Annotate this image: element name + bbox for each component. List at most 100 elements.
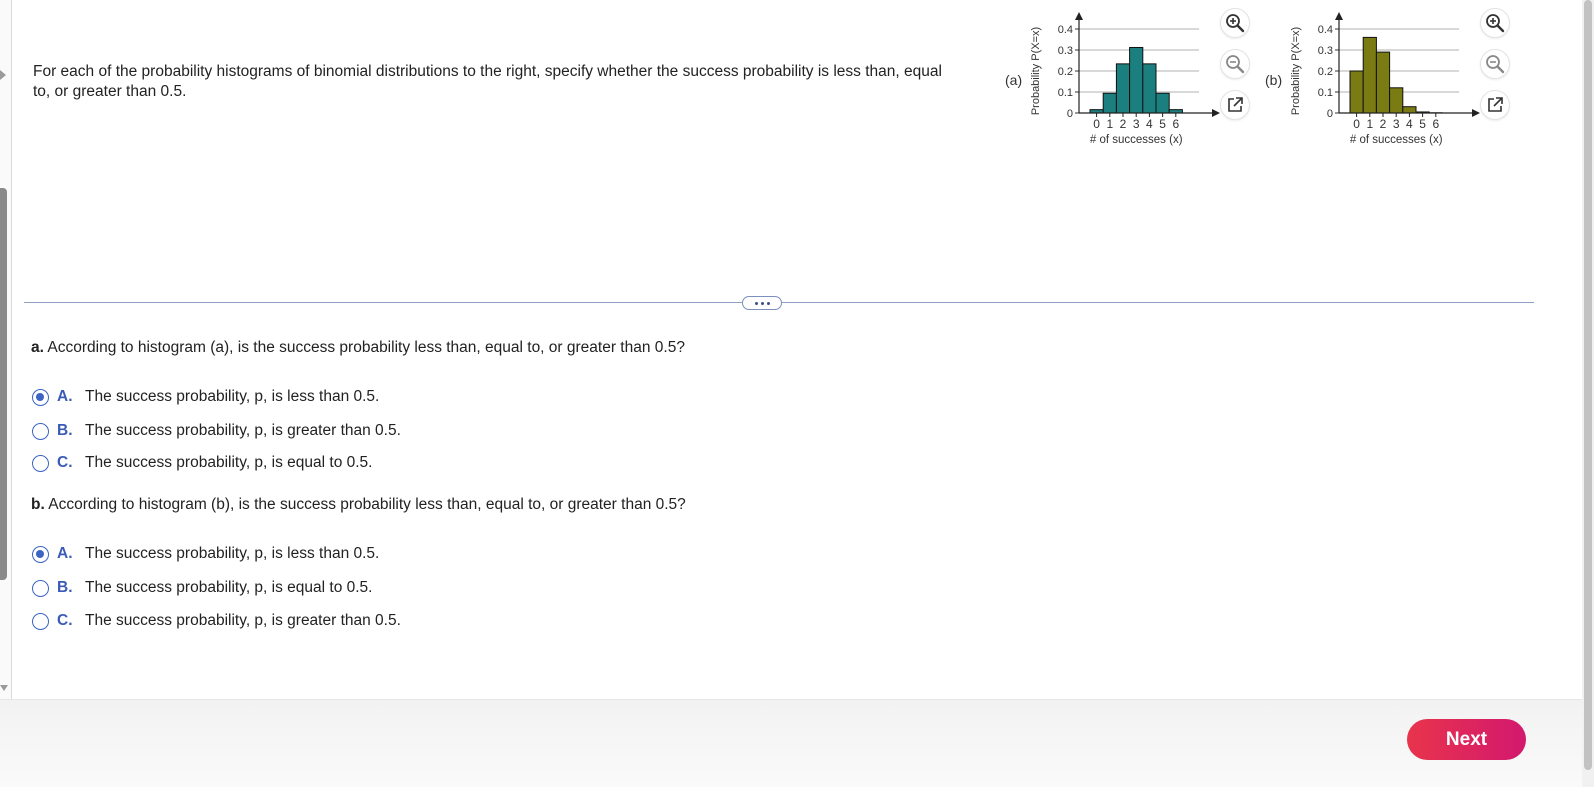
radio-a-A[interactable] xyxy=(32,388,49,406)
histogram-bar xyxy=(1362,36,1377,114)
page-scrollbar[interactable] xyxy=(1582,0,1594,787)
x-tick-label: 0 xyxy=(1353,117,1360,131)
x-axis-label: # of successes (x) xyxy=(1350,134,1443,146)
collapse-arrow-icon[interactable] xyxy=(0,70,6,80)
radio-a-C[interactable] xyxy=(32,454,49,472)
question-a-text: According to histogram (a), is the succe… xyxy=(43,339,685,356)
scroll-down-arrow-icon[interactable] xyxy=(0,685,8,691)
histogram-bar xyxy=(1389,87,1404,114)
question-b: b. According to histogram (b), is the su… xyxy=(31,496,686,514)
external-link-icon xyxy=(1228,97,1243,112)
zoom-out-button-a[interactable] xyxy=(1220,49,1250,79)
histogram-bar xyxy=(1402,106,1417,114)
y-axis-arrow xyxy=(1335,12,1343,20)
y-tick-label: 0.2 xyxy=(1058,66,1073,78)
question-a-letter: a. xyxy=(31,339,44,356)
histogram-a-chart: Probability P(X=x) 0.40.30.20.100 1 2 3 4 5 6# … xyxy=(1030,12,1220,146)
y-axis-label: Probability P(X=x) xyxy=(1030,27,1042,115)
option-letter: A. xyxy=(57,388,73,405)
zoom-out-icon xyxy=(1226,55,1245,74)
option-letter: B. xyxy=(57,422,73,439)
option-b-B[interactable]: B. The success probability, p, is equal … xyxy=(32,577,372,599)
histogram-bar xyxy=(1155,92,1170,114)
option-letter: C. xyxy=(57,612,73,629)
y-tick-label: 0.3 xyxy=(1058,45,1073,57)
dot-icon xyxy=(760,301,764,305)
figure-label-a: (a) xyxy=(1005,72,1023,88)
dot-icon xyxy=(766,301,770,305)
x-axis-arrow xyxy=(1472,109,1480,117)
option-text: The success probability, p, is equal to … xyxy=(85,579,373,596)
x-axis-arrow xyxy=(1212,109,1220,117)
option-letter: B. xyxy=(57,579,73,596)
x-tick-label: 3 xyxy=(1393,117,1400,131)
y-tick-label: 0 xyxy=(1327,108,1333,120)
histogram-bar xyxy=(1142,63,1157,114)
zoom-in-button-a[interactable] xyxy=(1220,8,1250,38)
y-axis-arrow xyxy=(1075,12,1083,20)
question-prompt: For each of the probability histograms o… xyxy=(33,63,942,100)
figure-b-tools xyxy=(1480,8,1514,131)
x-tick-label: 5 xyxy=(1419,117,1426,131)
histogram-bar xyxy=(1115,63,1131,114)
x-tick-label: 6 xyxy=(1432,117,1439,131)
histogram-bar xyxy=(1102,92,1117,114)
y-tick-label: 0.1 xyxy=(1058,87,1073,99)
option-letter: C. xyxy=(57,454,73,471)
zoom-out-button-b[interactable] xyxy=(1480,49,1510,79)
dot-icon xyxy=(754,301,758,305)
x-axis-label: # of successes (x) xyxy=(1090,134,1183,146)
y-tick-label: 0.4 xyxy=(1318,24,1333,36)
left-scrollbar-thumb[interactable] xyxy=(0,188,7,580)
histogram-bar xyxy=(1375,51,1391,114)
footer-bar xyxy=(0,699,1582,787)
histogram-b: (b) Probability P(X=x) 0.4 0.3 0.2 0.1 0 0 1 2 3 4… xyxy=(1265,10,1515,160)
figure-a-tools xyxy=(1220,8,1254,131)
y-axis-label: Probability P(X=x) xyxy=(1290,27,1302,115)
zoom-in-icon xyxy=(1486,14,1505,33)
radio-b-C[interactable] xyxy=(32,612,49,630)
y-tick-label: 0 xyxy=(1067,108,1073,120)
option-text: The success probability, p, is equal to … xyxy=(85,454,373,471)
option-text: The success probability, p, is less than… xyxy=(85,388,380,405)
radio-b-B[interactable] xyxy=(32,579,49,597)
zoom-in-button-b[interactable] xyxy=(1480,8,1510,38)
radio-b-A[interactable] xyxy=(32,545,49,563)
y-tick-label: 0.1 xyxy=(1318,87,1333,99)
y-tick-label: 0.4 xyxy=(1058,24,1073,36)
option-a-C[interactable]: C. The success probability, p, is equal … xyxy=(32,452,372,474)
zoom-in-icon xyxy=(1226,14,1245,33)
page-scrollbar-thumb[interactable] xyxy=(1584,0,1592,770)
histogram-bar xyxy=(1129,46,1144,114)
y-tick-label: 0.2 xyxy=(1318,66,1333,78)
zoom-out-icon xyxy=(1486,55,1505,74)
option-letter: A. xyxy=(57,545,73,562)
x-tick-label: 1 xyxy=(1366,117,1373,131)
question-b-letter: b. xyxy=(31,496,45,513)
expand-more-button[interactable] xyxy=(742,296,782,310)
option-b-C[interactable]: C. The success probability, p, is greate… xyxy=(32,610,401,632)
x-tick-label: 6 xyxy=(1172,117,1179,131)
external-link-icon xyxy=(1488,97,1503,112)
y-tick-label: 0.3 xyxy=(1318,45,1333,57)
x-tick-label: 5 xyxy=(1159,117,1166,131)
option-b-A[interactable]: A. The success probability, p, is less t… xyxy=(32,543,379,565)
question-a: a. According to histogram (a), is the su… xyxy=(31,339,685,357)
option-text: The success probability, p, is greater t… xyxy=(85,612,401,629)
option-text: The success probability, p, is greater t… xyxy=(85,422,401,439)
histogram-b-chart: Probability P(X=x) 0.40.30.20.100 1 2 3 4 5 6# … xyxy=(1290,12,1480,146)
popout-button-b[interactable] xyxy=(1480,90,1510,120)
option-text: The success probability, p, is less than… xyxy=(85,545,380,562)
x-tick-label: 4 xyxy=(1146,117,1153,131)
x-tick-label: 1 xyxy=(1106,117,1113,131)
next-button[interactable]: Next xyxy=(1407,719,1526,760)
x-tick-label: 3 xyxy=(1133,117,1140,131)
histogram-a: (a) Probability P(X=x) 0.4 0.3 0.2 0.1 0 0 1 2 3 4… xyxy=(1005,10,1255,160)
x-tick-label: 4 xyxy=(1406,117,1413,131)
radio-a-B[interactable] xyxy=(32,422,49,440)
option-a-B[interactable]: B. The success probability, p, is greate… xyxy=(32,420,401,442)
popout-button-a[interactable] xyxy=(1220,90,1250,120)
option-a-A[interactable]: A. The success probability, p, is less t… xyxy=(32,386,379,408)
x-tick-label: 2 xyxy=(1120,117,1127,131)
x-tick-label: 0 xyxy=(1093,117,1100,131)
